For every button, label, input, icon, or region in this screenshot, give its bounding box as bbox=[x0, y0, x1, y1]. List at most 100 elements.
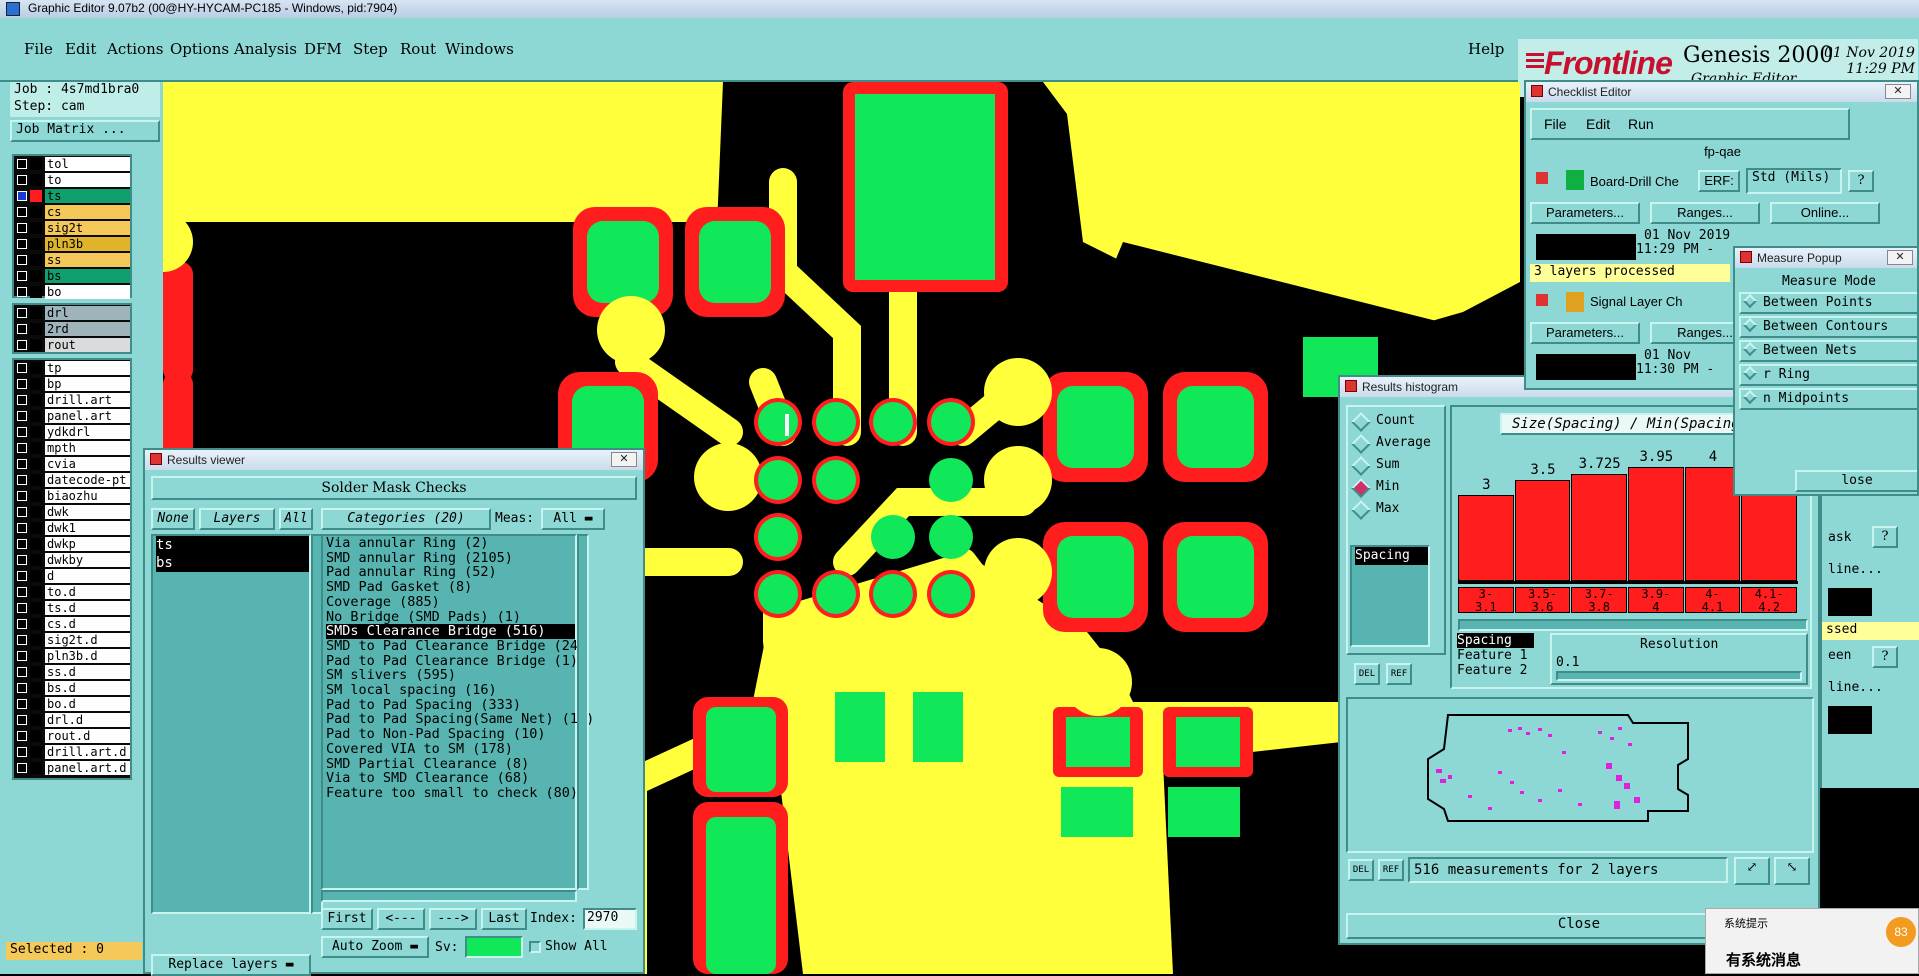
del-button-bottom[interactable]: DEL bbox=[1348, 859, 1374, 881]
layer-row[interactable]: ss.d bbox=[14, 664, 130, 680]
layer-checkbox[interactable] bbox=[17, 308, 27, 318]
layer-row[interactable]: panel.art bbox=[14, 408, 130, 424]
layer-name[interactable]: drl bbox=[45, 306, 130, 320]
layer-checkbox[interactable] bbox=[17, 175, 27, 185]
menu-analysis[interactable]: Analysis bbox=[234, 40, 297, 58]
layer-row[interactable]: biaozhu bbox=[14, 488, 130, 504]
category-item[interactable]: SMD annular Ring (2105) bbox=[326, 550, 575, 566]
layer-name[interactable]: bo.d bbox=[45, 697, 130, 711]
layer-checkbox[interactable] bbox=[17, 223, 27, 233]
measure-mode-radio[interactable] bbox=[1742, 365, 1758, 381]
layer-name[interactable]: panel.art.d bbox=[45, 761, 130, 775]
layer-name[interactable]: ts bbox=[45, 189, 130, 203]
layer-name[interactable]: drl.d bbox=[45, 713, 130, 727]
layer-row[interactable]: ss bbox=[14, 252, 130, 268]
layer-checkbox[interactable] bbox=[17, 271, 27, 281]
layer-checkbox[interactable] bbox=[17, 667, 27, 677]
resolution-slider[interactable] bbox=[1556, 671, 1802, 681]
ref-button[interactable]: REF bbox=[1386, 663, 1412, 685]
layer-row[interactable]: d bbox=[14, 568, 130, 584]
layer-name[interactable]: rout bbox=[45, 338, 130, 352]
layer-list-item[interactable]: bs bbox=[156, 554, 309, 572]
layer-name[interactable]: sig2t bbox=[45, 221, 130, 235]
layer-row[interactable]: 2rd bbox=[14, 321, 130, 337]
sv-color-select[interactable] bbox=[465, 936, 523, 958]
measure-close-button[interactable]: lose bbox=[1795, 470, 1917, 492]
layer-checkbox[interactable] bbox=[17, 571, 27, 581]
layer-name[interactable]: rout.d bbox=[45, 729, 130, 743]
close-icon[interactable]: ✕ bbox=[611, 452, 637, 467]
feature-field-list[interactable]: Spacing Feature 1 Feature 2 bbox=[1454, 633, 1534, 685]
layer-checkbox[interactable] bbox=[17, 427, 27, 437]
category-item[interactable]: Coverage (885) bbox=[326, 595, 575, 610]
layer-name[interactable]: panel.art bbox=[45, 409, 130, 423]
mode-radio-min[interactable] bbox=[1351, 478, 1371, 498]
layer-row[interactable]: drl bbox=[14, 305, 130, 321]
run-icons[interactable] bbox=[1536, 234, 1636, 260]
menu-options[interactable]: Options bbox=[170, 40, 229, 58]
layer-name[interactable]: dwk1 bbox=[45, 521, 130, 535]
layer-checkbox[interactable] bbox=[17, 411, 27, 421]
layer-row[interactable]: cvia bbox=[14, 456, 130, 472]
all-button[interactable]: All bbox=[279, 508, 313, 530]
measure-mode-radio[interactable] bbox=[1742, 317, 1758, 333]
categories-button[interactable]: Categories (20) bbox=[321, 508, 491, 530]
categories-list[interactable]: Via annular Ring (2) SMD annular Ring (21… bbox=[321, 534, 594, 890]
menu-file[interactable]: File bbox=[24, 40, 53, 58]
category-item[interactable]: SMDs Clearance Bridge (516) bbox=[326, 624, 575, 639]
del-button[interactable]: DEL bbox=[1354, 663, 1380, 685]
layer-checkbox[interactable] bbox=[17, 699, 27, 709]
layer-row[interactable]: bp bbox=[14, 376, 130, 392]
layer-checkbox[interactable] bbox=[17, 191, 27, 201]
mode-radio-average[interactable] bbox=[1351, 434, 1371, 454]
layer-checkbox[interactable] bbox=[17, 491, 27, 501]
layer-name[interactable]: drill.art bbox=[45, 393, 130, 407]
layer-checkbox[interactable] bbox=[17, 523, 27, 533]
category-item[interactable]: Covered VIA to SM (178) bbox=[326, 742, 575, 757]
layer-name[interactable]: dwkby bbox=[45, 553, 130, 567]
meas-select[interactable]: All ▬ bbox=[541, 508, 605, 530]
layer-row[interactable]: drill.art bbox=[14, 392, 130, 408]
layer-checkbox[interactable] bbox=[17, 443, 27, 453]
layer-row[interactable]: drill.art.d bbox=[14, 744, 130, 760]
last-button[interactable]: Last bbox=[481, 908, 527, 930]
mode-radio-max[interactable] bbox=[1351, 500, 1371, 520]
checklist-menu-edit[interactable]: Edit bbox=[1586, 116, 1610, 132]
zoom-area-icon[interactable]: ⤡ bbox=[1774, 857, 1810, 885]
layer-checkbox[interactable] bbox=[17, 475, 27, 485]
layer-name[interactable]: pln3b bbox=[45, 237, 130, 251]
layer-name[interactable]: 2rd bbox=[45, 322, 130, 336]
measure-mode-item[interactable]: Between Nets bbox=[1739, 340, 1917, 362]
layer-checkbox[interactable] bbox=[17, 651, 27, 661]
replace-layers-select[interactable]: Replace layers ▬ bbox=[151, 954, 311, 976]
layer-row[interactable]: rout.d bbox=[14, 728, 130, 744]
layer-name[interactable]: ss bbox=[45, 253, 130, 267]
layer-row[interactable]: sig2t bbox=[14, 220, 130, 236]
menu-actions[interactable]: Actions bbox=[107, 40, 163, 58]
layer-row[interactable]: dwk bbox=[14, 504, 130, 520]
layer-row[interactable]: ydkdrl bbox=[14, 424, 130, 440]
layer-checkbox[interactable] bbox=[17, 324, 27, 334]
zoom-fit-icon[interactable]: ⤢ bbox=[1734, 857, 1770, 885]
layer-name[interactable]: cvia bbox=[45, 457, 130, 471]
help-icon-2[interactable]: ? bbox=[1872, 646, 1898, 668]
system-notification[interactable]: 系统提示 有系统消息 83 bbox=[1705, 908, 1919, 974]
layer-checkbox[interactable] bbox=[17, 619, 27, 629]
show-all-checkbox[interactable] bbox=[529, 941, 541, 953]
layer-name[interactable]: drill.art.d bbox=[45, 745, 130, 759]
parameters-button-2[interactable]: Parameters... bbox=[1530, 322, 1640, 344]
measure-mode-item[interactable]: Between Points bbox=[1739, 292, 1917, 314]
layer-row[interactable]: bo bbox=[14, 284, 130, 300]
results-layer-list[interactable]: ts bs bbox=[151, 534, 311, 914]
ranges-button[interactable]: Ranges... bbox=[1650, 202, 1760, 224]
layer-checkbox[interactable] bbox=[17, 159, 27, 169]
layer-checkbox[interactable] bbox=[17, 683, 27, 693]
layer-name[interactable]: sig2t.d bbox=[45, 633, 130, 647]
category-item[interactable]: SM slivers (595) bbox=[326, 668, 575, 683]
category-item[interactable]: SMD to Pad Clearance Bridge (24) bbox=[326, 639, 586, 654]
layer-checkbox[interactable] bbox=[17, 340, 27, 350]
measure-mode-item[interactable]: Between Contours bbox=[1739, 316, 1917, 338]
layer-checkbox[interactable] bbox=[17, 747, 27, 757]
layer-name[interactable]: to.d bbox=[45, 585, 130, 599]
menu-dfm[interactable]: DFM bbox=[304, 40, 342, 58]
